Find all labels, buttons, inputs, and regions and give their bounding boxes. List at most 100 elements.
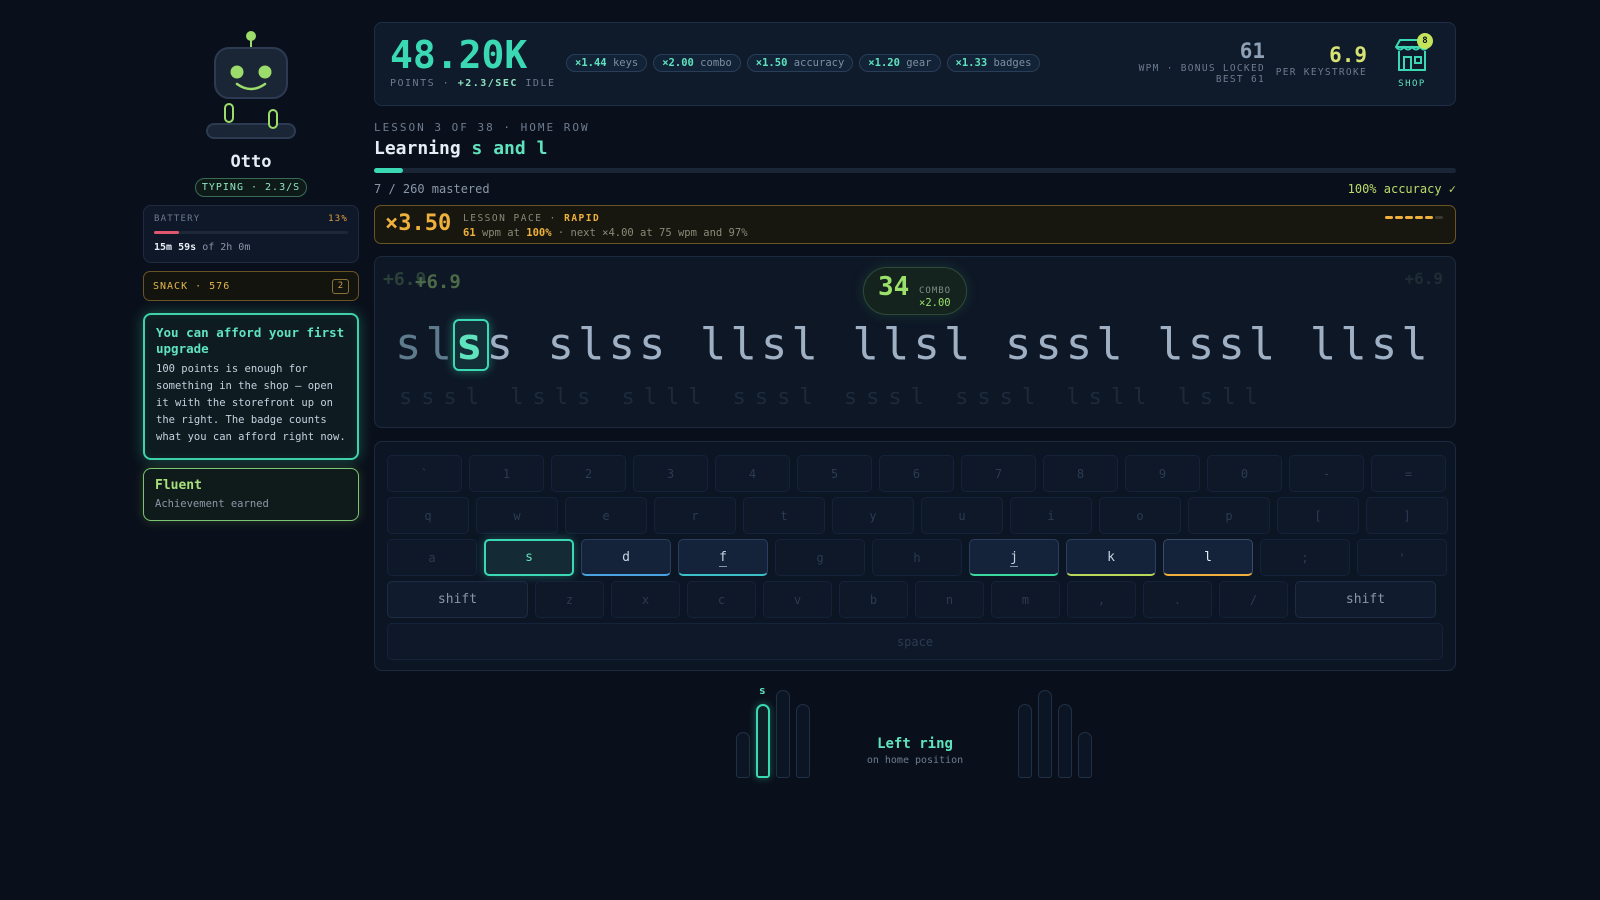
key-space: space xyxy=(387,623,1443,660)
shop-button[interactable]: SHOP 8 xyxy=(1389,33,1435,89)
typed-text: sl xyxy=(395,319,456,370)
points-display: 48.20K POINTS · +2.3/SEC IDLE xyxy=(390,33,556,89)
remaining-text: s slss llsl llsl sssl lssl llsl lsss xyxy=(486,319,1432,370)
key-f: f xyxy=(678,539,768,576)
keyboard-row: q w e r t y u i o p[] xyxy=(387,497,1448,534)
pace-meter-segment xyxy=(1415,216,1423,219)
lesson-keys: s and l xyxy=(471,138,548,159)
achievement-title: Fluent xyxy=(155,478,202,493)
tip-title: You can afford your first upgrade xyxy=(156,325,345,356)
keyboard-row: ` 1 2 3 4 5 6 7 8 9 0- = xyxy=(387,455,1446,492)
finger xyxy=(776,690,790,778)
key-shift-right: shift xyxy=(1295,581,1436,618)
wpm-value: 61 xyxy=(1239,39,1265,63)
key-x59: ; xyxy=(1260,539,1350,576)
shop-label: SHOP xyxy=(1398,79,1426,89)
mastered-count: 7 / 260 mastered xyxy=(374,182,490,196)
key-x: x xyxy=(611,581,680,618)
key-1: 1 xyxy=(469,455,544,492)
wpm-best: BEST 61 xyxy=(1215,74,1265,85)
key-k: k xyxy=(1066,539,1156,576)
multiplier-list: ×1.44 keys ×2.00 combo ×1.50 accuracy ×1… xyxy=(566,54,1041,72)
lesson-progress-fill xyxy=(374,168,404,173)
finger xyxy=(796,704,810,778)
key-x93: ] xyxy=(1366,497,1448,534)
lesson-progress-bar xyxy=(374,168,1456,173)
pace-speed: RAPID xyxy=(564,213,601,224)
robot-mascot-icon xyxy=(206,31,296,139)
key-x96: ` xyxy=(387,455,462,492)
key-i: i xyxy=(1010,497,1092,534)
key-m: m xyxy=(991,581,1060,618)
key-5: 5 xyxy=(797,455,872,492)
pace-next: · next ×4.00 at 75 wpm and 97% xyxy=(557,227,748,239)
lesson-kicker: LESSON 3 OF 38 · HOME ROW xyxy=(374,121,590,134)
floating-points-faded: +6.9 xyxy=(1404,269,1443,288)
keyboard-row: space xyxy=(387,623,1443,660)
key-x44: , xyxy=(1067,581,1136,618)
pace-wpm: 61 xyxy=(463,227,476,239)
home-bump xyxy=(1010,566,1018,567)
key-x39: ' xyxy=(1357,539,1447,576)
keyboard-row: a s d f g h j k l; ' xyxy=(387,539,1447,576)
lesson-title: Learning s and l xyxy=(374,138,548,159)
key-z: z xyxy=(535,581,604,618)
achievement-card: Fluent Achievement earned xyxy=(143,468,359,521)
finger xyxy=(1038,690,1052,778)
snack-count-badge: 2 xyxy=(332,278,349,294)
key-p: p xyxy=(1188,497,1270,534)
wpm-label: WPM · BONUS LOCKED xyxy=(1138,63,1265,74)
combo-label: COMBO xyxy=(919,286,952,296)
cursor-character: s xyxy=(452,319,490,371)
key-v: v xyxy=(763,581,832,618)
robot-status-badge: TYPING · 2.3/S xyxy=(195,178,307,197)
points-label: POINTS · xyxy=(390,78,451,89)
floating-points: +6.9 xyxy=(415,271,461,293)
tip-body: 100 points is enough for something in th… xyxy=(156,363,346,443)
finger-name: Left ring xyxy=(877,736,953,752)
key-q: q xyxy=(387,497,469,534)
key-r: r xyxy=(654,497,736,534)
multiplier-gear: ×1.20 gear xyxy=(859,54,941,72)
points-value: 48.20K xyxy=(390,33,528,77)
multiplier-accuracy: ×1.50 accuracy xyxy=(746,54,854,72)
snack-button[interactable]: SNACK · 576 2 xyxy=(143,271,359,301)
combo-multiplier: ×2.00 xyxy=(919,297,951,309)
key-6: 6 xyxy=(879,455,954,492)
shop-affordable-badge: 8 xyxy=(1417,33,1433,49)
battery-time-total: of 2h 0m xyxy=(202,242,251,253)
wpm-stat: 61 WPM · BONUS LOCKED BEST 61 xyxy=(1139,39,1265,85)
pace-meter-segment xyxy=(1385,216,1393,219)
battery-card: BATTERY 13% 15m 59s of 2h 0m xyxy=(143,205,359,263)
home-bump xyxy=(719,566,727,567)
key-h: h xyxy=(872,539,962,576)
lesson-pace-banner: ×3.50 LESSON PACE · RAPID 61 wpm at 100%… xyxy=(374,205,1456,244)
stats-header: 48.20K POINTS · +2.3/SEC IDLE ×1.44 keys… xyxy=(374,22,1456,106)
pace-meter-segment xyxy=(1405,216,1413,219)
key-y: y xyxy=(832,497,914,534)
finger xyxy=(736,732,750,778)
pace-accuracy: 100% xyxy=(526,227,552,239)
key-shift-left: shift xyxy=(387,581,528,618)
on-screen-keyboard: ` 1 2 3 4 5 6 7 8 9 0- = q w e r t y u i o p[] a s d f g h j k l; ' shif… xyxy=(374,441,1456,671)
typing-area[interactable]: +6.9 +6.9 +6.9 34 COMBO ×2.00 slss slss … xyxy=(374,256,1456,428)
key-9: 9 xyxy=(1125,455,1200,492)
left-sidebar: Otto TYPING · 2.3/S BATTERY 13% 15m 59s … xyxy=(143,28,359,521)
multiplier-keys: ×1.44 keys xyxy=(566,54,648,72)
key-o: o xyxy=(1099,497,1181,534)
key-l: l xyxy=(1163,539,1253,576)
key--: - xyxy=(1289,455,1364,492)
key-j: j xyxy=(969,539,1059,576)
points-rate: +2.3/SEC xyxy=(457,78,518,89)
pace-meter-segment xyxy=(1425,216,1433,219)
key-d: d xyxy=(581,539,671,576)
per-keystroke-label: PER KEYSTROKE xyxy=(1275,67,1367,78)
per-keystroke-stat: 6.9 PER KEYSTROKE xyxy=(1276,43,1367,78)
active-finger xyxy=(756,704,770,778)
pace-multiplier: ×3.50 xyxy=(385,211,452,236)
battery-bar-fill xyxy=(154,231,180,234)
finger xyxy=(1078,732,1092,778)
points-rate-suffix: IDLE xyxy=(525,78,556,89)
key-e: e xyxy=(565,497,647,534)
battery-time-left: 15m 59s xyxy=(154,242,197,253)
